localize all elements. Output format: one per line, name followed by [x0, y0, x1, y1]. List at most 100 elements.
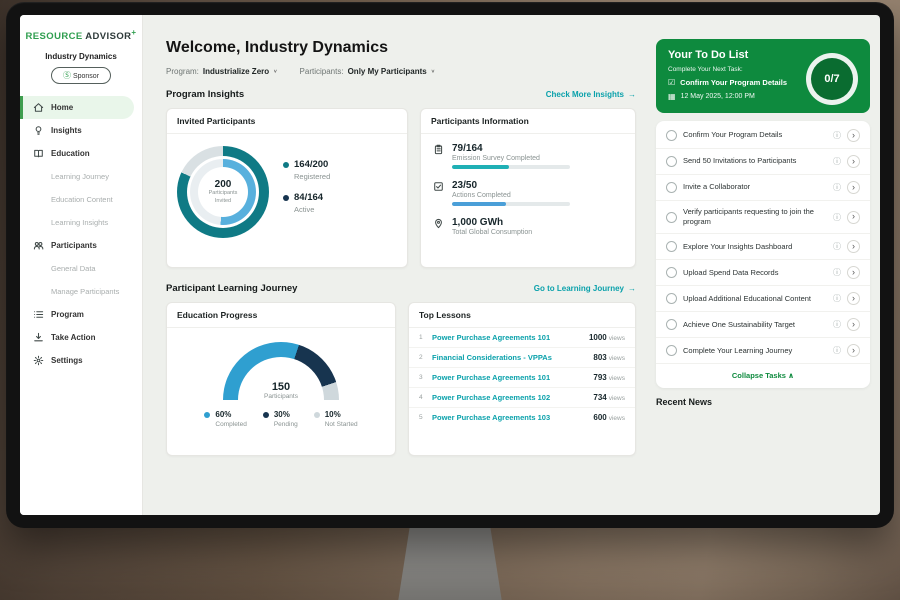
lesson-rank: 1: [419, 334, 426, 341]
sidebar-item-manage-participants[interactable]: Manage Participants: [20, 280, 142, 303]
chevron-right-icon[interactable]: ›: [847, 155, 860, 168]
collapse-tasks-button[interactable]: Collapse Tasks ∧: [656, 364, 870, 386]
metric-row: 23/50 Actions Completed: [433, 180, 623, 206]
task-checkbox[interactable]: [666, 345, 677, 356]
task-row[interactable]: Achieve One Sustainability Target ⓘ ›: [656, 312, 870, 338]
card-title: Invited Participants: [167, 109, 407, 134]
views-suffix: views: [609, 415, 625, 422]
sidebar-item-education-content[interactable]: Education Content: [20, 188, 142, 211]
info-icon[interactable]: ⓘ: [833, 293, 841, 304]
task-checkbox[interactable]: [666, 267, 677, 278]
sidebar-item-insights[interactable]: Insights: [20, 119, 142, 142]
task-row[interactable]: Complete Your Learning Journey ⓘ ›: [656, 338, 870, 364]
task-checkbox[interactable]: [666, 182, 677, 193]
sidebar-item-home[interactable]: Home: [20, 96, 134, 119]
chevron-right-icon[interactable]: ›: [847, 129, 860, 142]
lesson-link[interactable]: Power Purchase Agreements 101: [432, 333, 583, 342]
chevron-down-icon: ∨: [273, 69, 277, 75]
participants-information-body: 79/164 Emission Survey Completed 23/50 A…: [421, 134, 635, 259]
task-label: Upload Spend Data Records: [683, 268, 827, 278]
info-icon[interactable]: ⓘ: [833, 241, 841, 252]
lesson-link[interactable]: Power Purchase Agreements 103: [432, 413, 587, 422]
metric-label: Actions Completed: [452, 192, 570, 199]
task-label: Explore Your Insights Dashboard: [683, 242, 827, 252]
collapse-label: Collapse Tasks: [732, 371, 786, 380]
brand-secondary: ADVISOR: [85, 31, 131, 42]
sponsor-badge[interactable]: ⓈSponsor: [51, 67, 111, 84]
sidebar-item-participants[interactable]: Participants: [20, 234, 142, 257]
insights-cards-row: Invited Participants 200 Participants In…: [166, 108, 636, 268]
chevron-right-icon[interactable]: ›: [847, 266, 860, 279]
task-row[interactable]: Upload Spend Data Records ⓘ ›: [656, 260, 870, 286]
views-count: 1000: [589, 333, 607, 342]
chevron-right-icon[interactable]: ›: [847, 344, 860, 357]
lesson-link[interactable]: Financial Considerations - VPPAs: [432, 353, 587, 362]
sidebar-item-label: Education: [51, 149, 90, 158]
info-icon[interactable]: ⓘ: [833, 319, 841, 330]
lesson-row: 2 Financial Considerations - VPPAs 803vi…: [409, 348, 635, 368]
program-insights-header: Program Insights Check More Insights →: [166, 89, 636, 100]
sidebar-item-program[interactable]: Program: [20, 303, 142, 326]
task-label: Send 50 Invitations to Participants: [683, 156, 827, 166]
sidebar-item-education[interactable]: Education: [20, 142, 142, 165]
task-row[interactable]: Verify participants requesting to join t…: [656, 201, 870, 234]
lesson-views: 793views: [593, 373, 625, 382]
lesson-link[interactable]: Power Purchase Agreements 102: [432, 393, 587, 402]
sidebar-item-general-data[interactable]: General Data: [20, 257, 142, 280]
lesson-views: 734views: [593, 393, 625, 402]
task-checkbox[interactable]: [666, 212, 677, 223]
progress-fill: [452, 165, 509, 169]
task-checkbox[interactable]: [666, 293, 677, 304]
views-count: 600: [593, 413, 606, 422]
task-row[interactable]: Explore Your Insights Dashboard ⓘ ›: [656, 234, 870, 260]
info-icon[interactable]: ⓘ: [833, 182, 841, 193]
invited-participants-card: Invited Participants 200 Participants In…: [166, 108, 408, 268]
info-icon[interactable]: ⓘ: [833, 212, 841, 223]
sidebar-item-label: General Data: [51, 264, 96, 273]
collapse-caret-icon: ∧: [788, 371, 794, 380]
section-title: Participant Learning Journey: [166, 283, 297, 294]
todo-progress-value: 0/7: [824, 73, 839, 85]
education-progress-gauge: 150 Participants: [223, 342, 339, 400]
task-label: Verify participants requesting to join t…: [683, 207, 827, 227]
link-label: Go to Learning Journey: [534, 284, 624, 293]
donut-legend: 164/200 Registered 84/164 Active: [283, 159, 330, 225]
check-more-insights-link[interactable]: Check More Insights →: [546, 90, 636, 99]
lesson-link[interactable]: Power Purchase Agreements 101: [432, 373, 587, 382]
task-row[interactable]: Upload Additional Educational Content ⓘ …: [656, 286, 870, 312]
info-icon[interactable]: ⓘ: [833, 267, 841, 278]
invited-participants-donut: 200 Participants Invited: [177, 146, 269, 238]
sidebar-item-label: Insights: [51, 126, 82, 135]
task-checkbox[interactable]: [666, 241, 677, 252]
go-to-learning-journey-link[interactable]: Go to Learning Journey →: [534, 284, 636, 293]
task-checkbox[interactable]: [666, 130, 677, 141]
todo-next-task[interactable]: ☑ Confirm Your Program Details: [668, 78, 803, 87]
sidebar-item-take-action[interactable]: Take Action: [20, 326, 142, 349]
sidebar-item-settings[interactable]: Settings: [20, 349, 142, 372]
task-checkbox[interactable]: [666, 156, 677, 167]
legend-value: 164/200: [294, 159, 328, 170]
task-label: Achieve One Sustainability Target: [683, 320, 827, 330]
lesson-row: 1 Power Purchase Agreements 101 1000view…: [409, 328, 635, 348]
chevron-right-icon[interactable]: ›: [847, 181, 860, 194]
sidebar-item-learning-insights[interactable]: Learning Insights: [20, 211, 142, 234]
task-row[interactable]: Invite a Collaborator ⓘ ›: [656, 175, 870, 201]
info-icon[interactable]: ⓘ: [833, 345, 841, 356]
location-icon: [433, 218, 444, 229]
participants-dropdown[interactable]: Participants: Only My Participants ∨: [300, 67, 436, 76]
sidebar: RESOURCE ADVISOR+ Industry Dynamics ⓈSpo…: [20, 15, 143, 515]
task-row[interactable]: Confirm Your Program Details ⓘ ›: [656, 123, 870, 149]
sidebar-item-learning-journey[interactable]: Learning Journey: [20, 165, 142, 188]
chevron-right-icon[interactable]: ›: [847, 292, 860, 305]
info-icon[interactable]: ⓘ: [833, 130, 841, 141]
chevron-right-icon[interactable]: ›: [847, 318, 860, 331]
legend-value: 60%: [215, 410, 231, 419]
sidebar-item-label: Education Content: [51, 195, 113, 204]
task-row[interactable]: Send 50 Invitations to Participants ⓘ ›: [656, 149, 870, 175]
task-checkbox[interactable]: [666, 319, 677, 330]
info-icon[interactable]: ⓘ: [833, 156, 841, 167]
sidebar-item-label: Home: [51, 103, 73, 112]
chevron-right-icon[interactable]: ›: [847, 240, 860, 253]
program-dropdown[interactable]: Program: Industrialize Zero ∨: [166, 67, 278, 76]
chevron-right-icon[interactable]: ›: [847, 211, 860, 224]
